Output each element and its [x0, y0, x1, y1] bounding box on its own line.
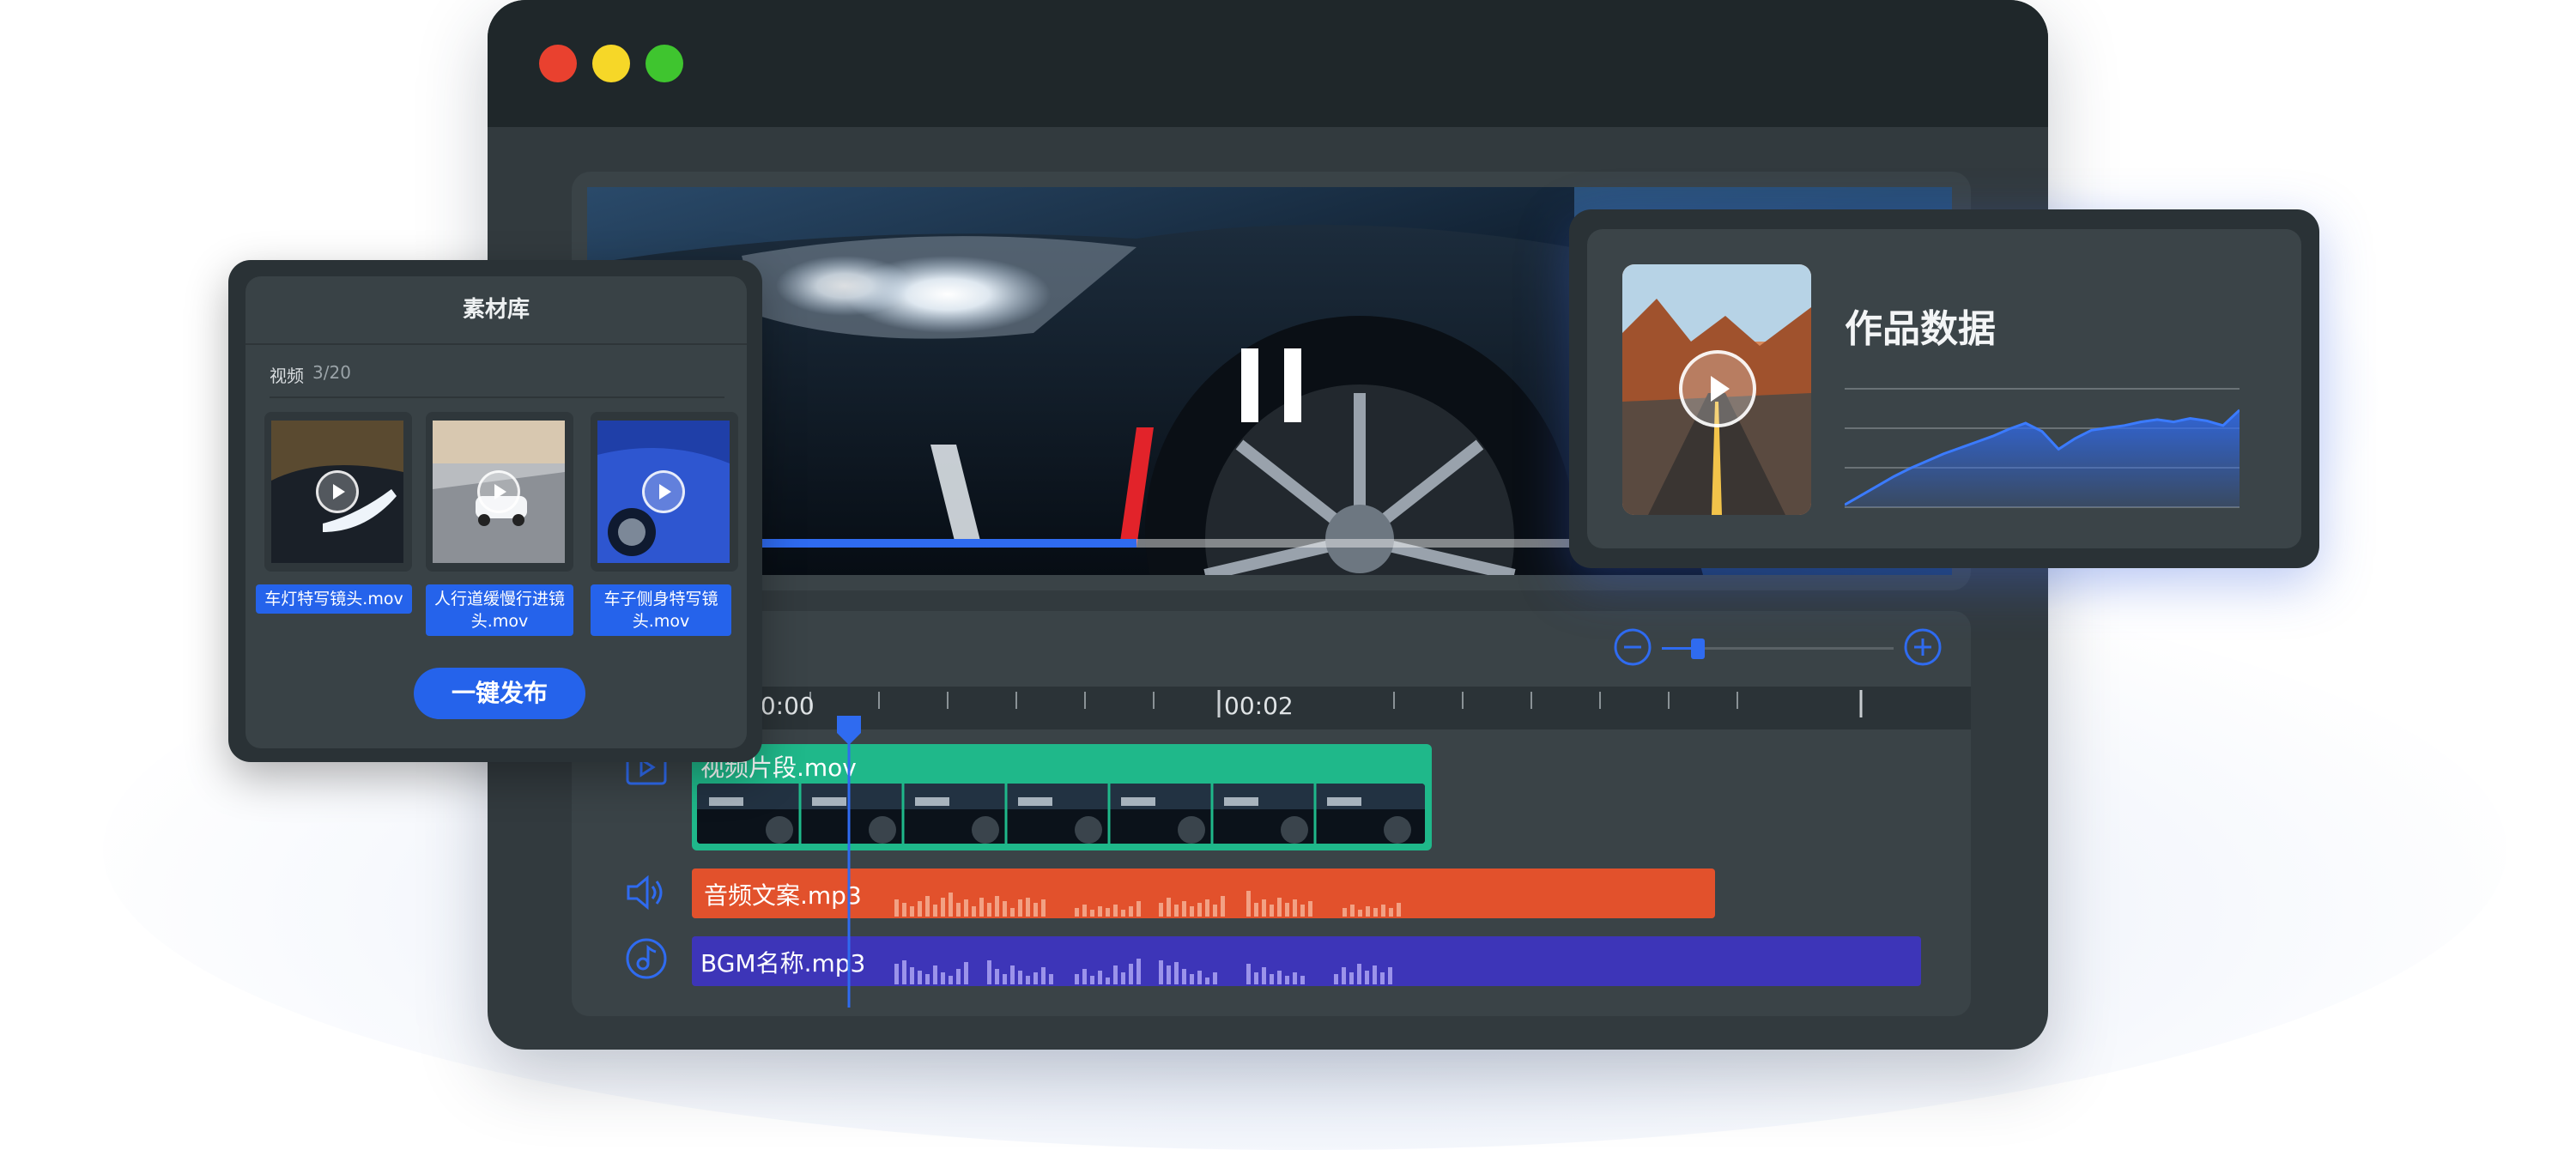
playhead[interactable]	[834, 716, 864, 1008]
zoom-slider-handle[interactable]	[1691, 639, 1705, 659]
library-count: 3/20	[312, 362, 351, 383]
library-item-card[interactable]	[264, 412, 412, 572]
library-divider	[270, 396, 724, 398]
filmstrip-frames	[697, 784, 1425, 844]
work-data-title: 作品数据	[1845, 307, 1996, 351]
pause-icon[interactable]	[1241, 348, 1301, 422]
library-item-card[interactable]	[591, 412, 738, 572]
play-icon[interactable]	[316, 470, 359, 513]
library-item-card[interactable]	[426, 412, 573, 572]
chart-area	[1845, 409, 2240, 507]
publish-button[interactable]: 一键发布	[414, 668, 585, 719]
zoom-out-icon[interactable]	[1612, 626, 1653, 668]
zoom-in-icon[interactable]	[1902, 626, 1943, 668]
speaker-icon	[627, 875, 663, 911]
music-track-clip[interactable]: BGM名称.mp3	[692, 936, 1921, 986]
close-window-button[interactable]	[539, 45, 577, 82]
ruler-mark-label: 00:02	[1224, 692, 1294, 720]
library-item-name: 人行道缓慢行进镜头.mov	[426, 584, 573, 636]
play-icon[interactable]	[477, 470, 520, 513]
work-thumbnail[interactable]	[1622, 264, 1811, 515]
library-item-name: 车子侧身特写镜头.mov	[591, 584, 731, 636]
work-data-body: 作品数据	[1587, 229, 2301, 548]
play-icon[interactable]	[1679, 350, 1756, 427]
video-filmstrip	[697, 784, 1425, 844]
video-track-clip[interactable]: 视频片段.mov	[692, 744, 1432, 850]
library-item-name: 车灯特写镜头.mov	[256, 584, 412, 614]
work-data-chart	[1845, 388, 2240, 508]
title-bar	[488, 0, 2048, 127]
library-tab-video[interactable]: 视频	[270, 362, 304, 387]
maximize-window-button[interactable]	[646, 45, 683, 82]
minimize-window-button[interactable]	[592, 45, 630, 82]
music-waveform	[894, 959, 1392, 984]
play-icon[interactable]	[642, 470, 685, 513]
music-note-icon	[626, 938, 667, 979]
voice-waveform	[894, 891, 1401, 917]
library-title: 素材库	[245, 276, 747, 345]
